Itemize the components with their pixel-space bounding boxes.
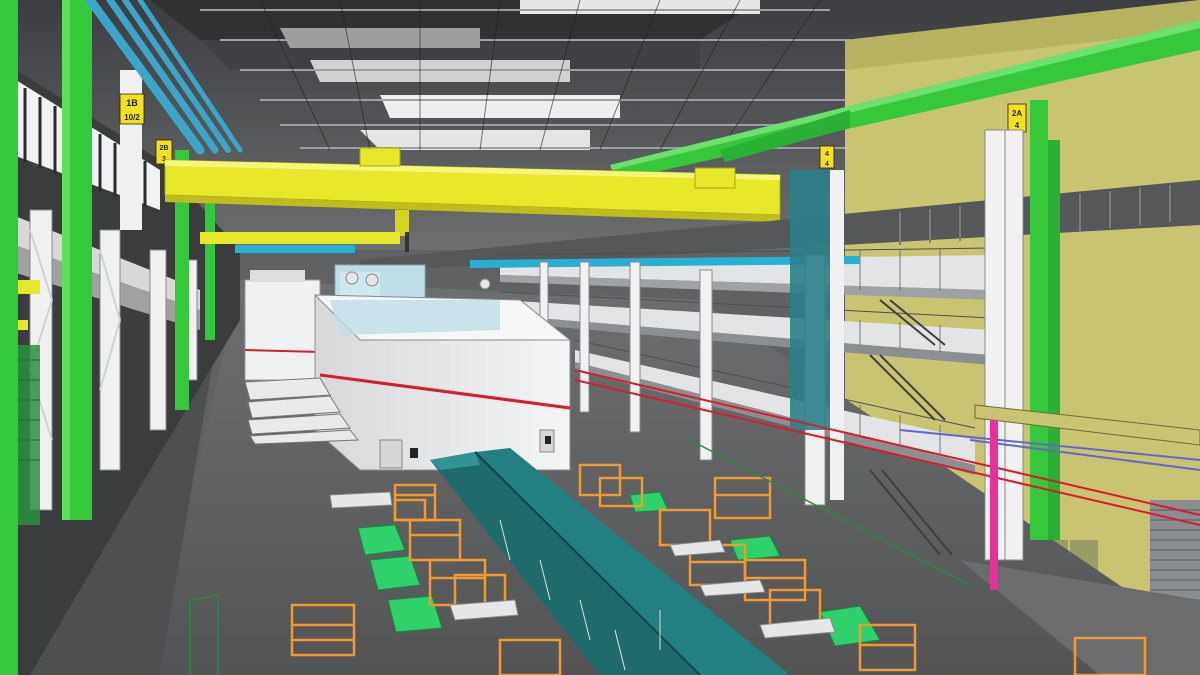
svg-text:2B: 2B: [160, 145, 169, 152]
svg-text:4: 4: [825, 151, 829, 158]
svg-text:4: 4: [1015, 121, 1020, 130]
svg-text:10/2: 10/2: [124, 113, 140, 122]
svg-text:4: 4: [825, 161, 829, 168]
svg-text:1B: 1B: [126, 98, 138, 108]
factory-scene: 1B 10/2 2B 3 2A 4 4 4: [0, 0, 1200, 675]
svg-text:2A: 2A: [1012, 109, 1022, 118]
column-label-mid: 4 4: [819, 145, 835, 169]
column-label-1b: 1B 10/2: [119, 93, 145, 125]
column-label-2a: 2A 4: [1007, 103, 1027, 133]
